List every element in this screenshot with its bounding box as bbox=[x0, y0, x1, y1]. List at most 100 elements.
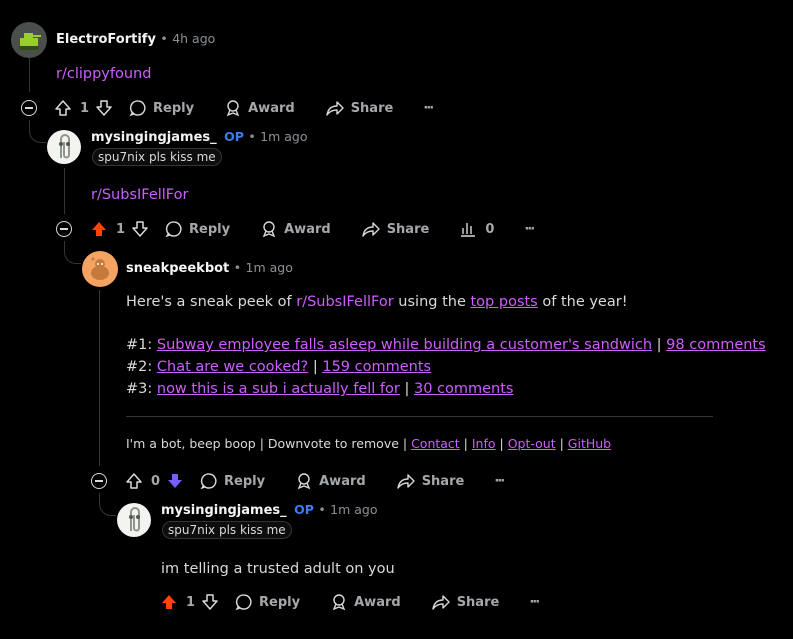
separator: | bbox=[399, 381, 414, 397]
vote-score: 0 bbox=[151, 473, 161, 489]
op-badge: OP bbox=[294, 502, 314, 517]
collapse-button[interactable] bbox=[21, 100, 37, 116]
paperclip-avatar-icon bbox=[129, 507, 140, 532]
award-label: Award bbox=[284, 221, 331, 237]
comment-header: sneakpeekbot • 1m ago bbox=[126, 260, 293, 276]
award-button[interactable]: Award bbox=[330, 593, 401, 611]
share-label: Share bbox=[456, 594, 500, 610]
reply-button[interactable]: Reply bbox=[165, 220, 230, 238]
award-icon bbox=[297, 473, 311, 490]
subreddit-link[interactable]: r/SubsIFellFor bbox=[296, 294, 393, 310]
reply-label: Reply bbox=[189, 221, 231, 237]
info-link[interactable]: Info bbox=[472, 436, 496, 451]
thread-line-3[interactable] bbox=[99, 290, 100, 466]
post-title-link[interactable]: Chat are we cooked? bbox=[157, 359, 308, 375]
award-icon bbox=[262, 221, 276, 238]
award-button[interactable]: Award bbox=[224, 99, 295, 117]
subreddit-link[interactable]: r/SubsIFellFor bbox=[91, 187, 188, 203]
comment-header: ElectroFortify • 4h ago bbox=[56, 31, 215, 47]
award-button[interactable]: Award bbox=[295, 472, 366, 490]
collapse-button[interactable] bbox=[91, 473, 107, 489]
upvote-icon bbox=[162, 595, 176, 609]
reply-label: Reply bbox=[224, 473, 266, 489]
github-link[interactable]: GitHub bbox=[568, 436, 611, 451]
bot-footer: I'm a bot, beep boop | Downvote to remov… bbox=[126, 436, 611, 451]
contact-link[interactable]: Contact bbox=[411, 436, 460, 451]
comment-icon bbox=[235, 594, 252, 611]
comment-icon bbox=[165, 221, 182, 238]
insights-count: 0 bbox=[485, 221, 495, 237]
comment-body: r/SubsIFellFor bbox=[91, 187, 188, 203]
user-flair: spu7nix pls kiss me bbox=[162, 521, 292, 539]
avatar[interactable] bbox=[117, 503, 151, 537]
insights-button[interactable]: 0 bbox=[459, 220, 494, 238]
timestamp[interactable]: 1m ago bbox=[330, 502, 377, 517]
more-options-button[interactable]: ··· bbox=[529, 595, 540, 610]
share-icon bbox=[361, 222, 380, 237]
award-label: Award bbox=[354, 594, 401, 610]
upvote-icon bbox=[55, 100, 71, 116]
username[interactable]: mysingingjames_ bbox=[161, 503, 287, 518]
collapse-button[interactable] bbox=[56, 221, 72, 237]
separator: | bbox=[652, 337, 667, 353]
post-comments-link[interactable]: 98 comments bbox=[666, 337, 766, 353]
vote-score: 1 bbox=[80, 100, 90, 116]
meta-dot: • bbox=[318, 502, 326, 517]
user-flair: spu7nix pls kiss me bbox=[92, 148, 222, 166]
op-badge: OP bbox=[224, 129, 244, 144]
post-comments-link[interactable]: 30 comments bbox=[414, 381, 514, 397]
avatar[interactable] bbox=[47, 130, 81, 164]
downvote-button[interactable] bbox=[131, 220, 149, 238]
timestamp[interactable]: 1m ago bbox=[246, 260, 293, 275]
intro-text: using the bbox=[393, 294, 471, 310]
more-options-button[interactable]: ··· bbox=[423, 101, 434, 116]
downvote-button[interactable] bbox=[95, 99, 113, 117]
more-options-button[interactable]: ··· bbox=[494, 474, 505, 489]
upvote-button[interactable] bbox=[90, 220, 108, 238]
thread-line-2[interactable] bbox=[64, 168, 65, 214]
upvote-button[interactable] bbox=[54, 99, 72, 117]
username[interactable]: sneakpeekbot bbox=[126, 261, 229, 276]
share-icon bbox=[431, 595, 450, 610]
award-button[interactable]: Award bbox=[260, 220, 331, 238]
post-title-link[interactable]: Subway employee falls asleep while build… bbox=[157, 337, 652, 353]
downvote-button[interactable] bbox=[166, 472, 184, 490]
upvote-button[interactable] bbox=[125, 472, 143, 490]
reply-button[interactable]: Reply bbox=[235, 593, 300, 611]
thread-line-1[interactable] bbox=[29, 58, 30, 92]
downvote-button[interactable] bbox=[201, 593, 219, 611]
top-posts-link[interactable]: top posts bbox=[471, 294, 538, 310]
separator: | bbox=[495, 436, 508, 451]
opt-out-link[interactable]: Opt-out bbox=[508, 436, 556, 451]
share-button[interactable]: Share bbox=[325, 99, 393, 117]
more-options-button[interactable]: ··· bbox=[524, 222, 535, 237]
timestamp[interactable]: 4h ago bbox=[172, 31, 215, 46]
separator: | bbox=[555, 436, 568, 451]
share-button[interactable]: Share bbox=[396, 472, 464, 490]
post-item: #1: Subway employee falls asleep while b… bbox=[126, 334, 766, 356]
share-button[interactable]: Share bbox=[431, 593, 500, 611]
upvote-icon bbox=[92, 222, 106, 236]
avatar[interactable] bbox=[11, 22, 47, 58]
reply-button[interactable]: Reply bbox=[200, 472, 265, 490]
post-number: #2: bbox=[126, 359, 157, 375]
username[interactable]: mysingingjames_ bbox=[91, 130, 217, 145]
reply-label: Reply bbox=[153, 100, 195, 116]
subreddit-link[interactable]: r/clippyfound bbox=[56, 66, 151, 82]
thread-elbow-3 bbox=[99, 493, 116, 516]
downvote-icon bbox=[202, 594, 218, 610]
share-icon bbox=[325, 101, 344, 116]
thread-elbow-1 bbox=[29, 120, 46, 143]
meta-dot: • bbox=[233, 260, 242, 275]
post-title-link[interactable]: now this is a sub i actually fell for bbox=[157, 381, 400, 397]
username[interactable]: ElectroFortify bbox=[56, 32, 156, 47]
timestamp[interactable]: 1m ago bbox=[260, 129, 307, 144]
downvote-icon bbox=[132, 221, 148, 237]
comment-actions: 1 Reply Award Share ··· bbox=[54, 97, 434, 119]
post-comments-link[interactable]: 159 comments bbox=[322, 359, 431, 375]
post-item: #3: now this is a sub i actually fell fo… bbox=[126, 378, 766, 400]
reply-button[interactable]: Reply bbox=[129, 99, 194, 117]
upvote-button[interactable] bbox=[160, 593, 178, 611]
share-button[interactable]: Share bbox=[361, 220, 429, 238]
avatar[interactable] bbox=[82, 251, 118, 287]
